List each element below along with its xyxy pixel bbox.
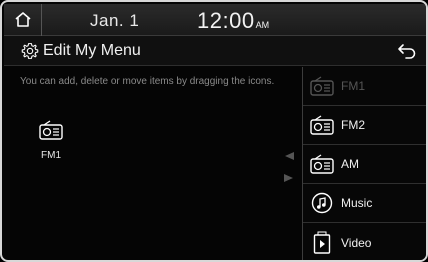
title-bar: Edit My Menu [4,36,426,66]
available-item-label: FM1 [341,79,365,93]
move-arrows-icon [284,152,294,182]
available-item-label: AM [341,157,359,171]
clock-time: 12:00 [197,8,255,33]
date-display: Jan. 1 [90,11,140,30]
radio-icon [308,113,336,137]
gear-icon [21,43,39,59]
available-item-fm2[interactable]: FM2 [303,106,426,145]
my-menu-item-fm1[interactable]: FM1 [36,120,66,161]
available-item-am[interactable]: AM [303,145,426,184]
screen-frame: Jan. 1 12:00AM Edit My Menu You can add,… [0,0,428,262]
home-icon [14,12,31,27]
back-button[interactable] [396,41,418,61]
status-bar: Jan. 1 12:00AM [4,4,426,36]
available-item-label: Video [341,235,372,250]
available-item-music[interactable]: Music [303,184,426,223]
music-note-icon [308,191,336,215]
my-menu-item-label: FM1 [41,150,61,161]
available-item-video[interactable]: Video [303,223,426,260]
available-item-label: FM2 [341,118,365,132]
video-icon [308,231,336,255]
page-title: Edit My Menu [43,42,141,59]
back-arrow-icon [398,44,416,59]
clock-display: 12:00AM [197,8,269,34]
home-button[interactable] [4,4,42,36]
available-item-fm1[interactable]: FM1 [303,67,426,106]
available-items-list: FM1 FM2 AM Music Video [302,67,426,260]
radio-icon [308,74,336,98]
instruction-text: You can add, delete or move items by dra… [20,76,275,87]
clock-ampm: AM [255,20,270,30]
radio-icon [39,120,63,140]
available-item-label: Music [341,196,373,210]
radio-icon [308,152,336,176]
